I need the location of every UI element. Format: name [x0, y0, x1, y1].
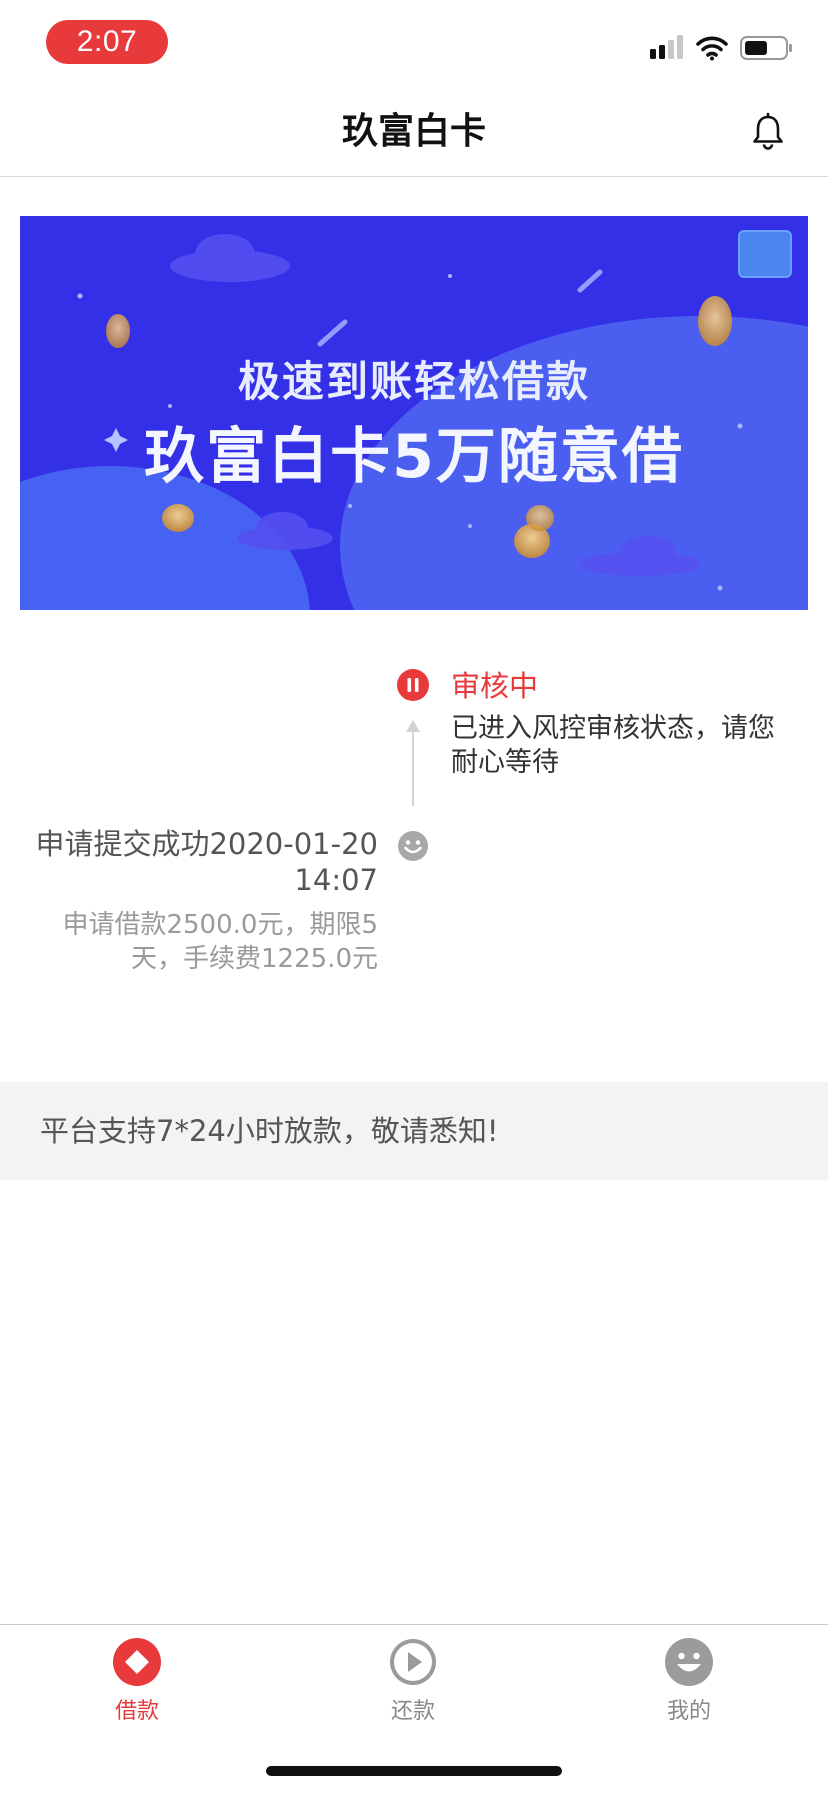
bell-icon[interactable] — [748, 112, 788, 152]
tab-loan[interactable]: 借款 — [67, 1637, 207, 1727]
status-icons — [650, 32, 794, 64]
tab-mine-label: 我的 — [666, 1699, 711, 1724]
tab-loan-label: 借款 — [114, 1699, 159, 1724]
tab-repay-label: 还款 — [390, 1699, 435, 1724]
cellular-signal-icon — [650, 35, 683, 59]
tab-mine[interactable]: 我的 — [619, 1637, 759, 1727]
wifi-icon — [696, 36, 728, 61]
page-title: 玖富白卡 — [341, 111, 486, 152]
banner-subheadline: 玖富白卡5万随意借 — [144, 422, 684, 492]
timeline-connector — [412, 728, 414, 806]
promo-banner[interactable]: 极速到账轻松借款 玖富白卡5万随意借 — [20, 216, 808, 610]
notice-text: 平台支持7*24小时放款，敬请悉知! — [40, 1114, 499, 1148]
submit-status-description: 申请借款2500.0元，期限5天，手续费1225.0元 — [62, 910, 378, 974]
play-icon — [390, 1639, 436, 1685]
battery-icon — [740, 36, 792, 60]
smile-icon — [665, 1638, 713, 1686]
diamond-icon — [113, 1638, 161, 1686]
home-indicator[interactable] — [266, 1766, 562, 1776]
smile-icon — [398, 831, 428, 861]
status-time[interactable]: 2:07 — [46, 20, 168, 64]
banner-headline: 极速到账轻松借款 — [237, 357, 590, 406]
nav-header: 玖富白卡 — [0, 88, 828, 177]
review-status-title: 审核中 — [451, 669, 539, 703]
tab-repay[interactable]: 还款 — [343, 1637, 483, 1727]
status-bar: 2:07 — [0, 0, 828, 88]
review-status-description: 已进入风控审核状态，请您耐心等待 — [451, 713, 775, 778]
banner-logo-badge — [738, 230, 792, 278]
submit-status-title: 申请提交成功2020-01-20 14:07 — [35, 827, 378, 897]
pause-icon — [397, 669, 429, 701]
notice-bar: 平台支持7*24小时放款，敬请悉知! — [0, 1082, 828, 1180]
